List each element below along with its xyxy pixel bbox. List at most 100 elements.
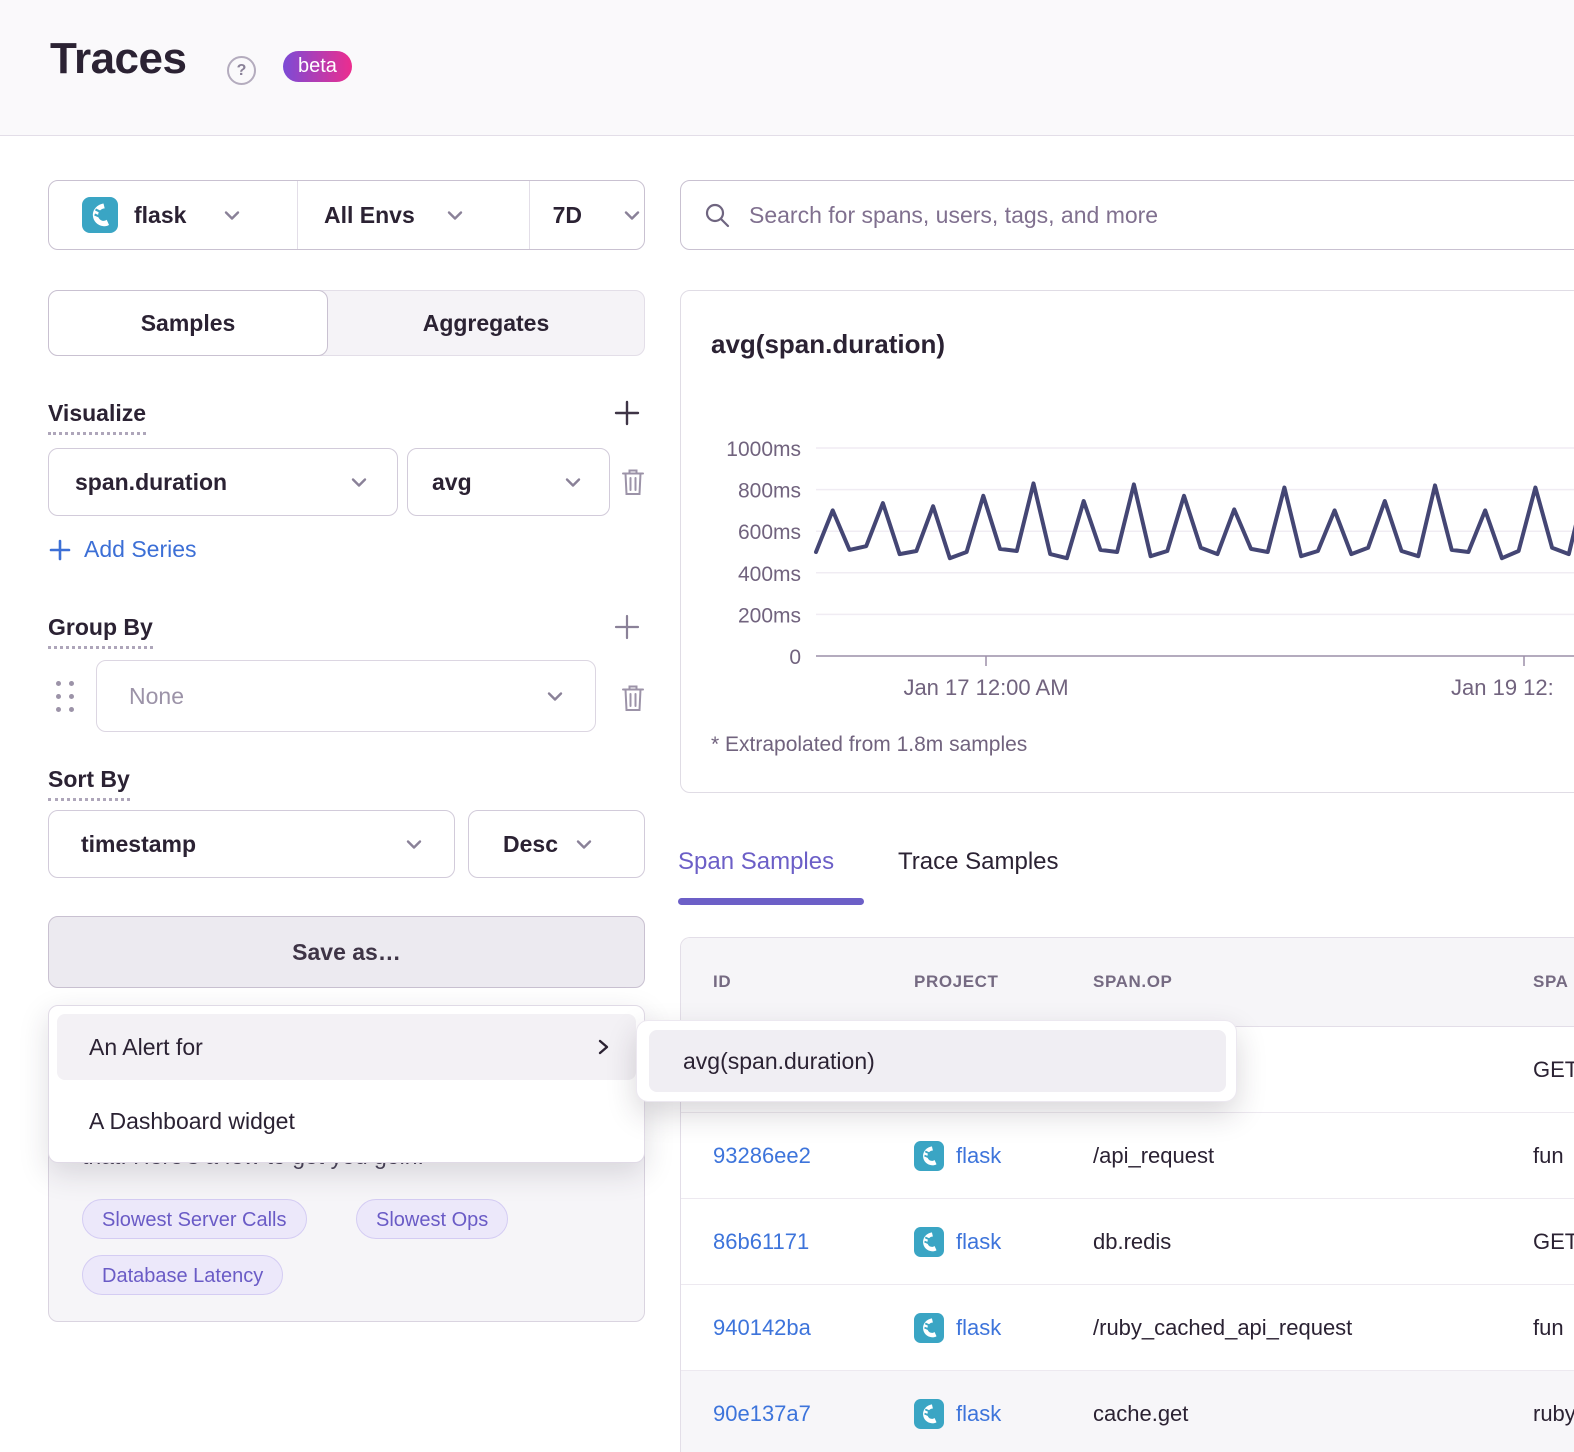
beta-badge: beta — [283, 51, 352, 82]
alert-submenu: avg(span.duration) — [636, 1020, 1237, 1102]
save-as-button[interactable]: Save as… — [48, 916, 645, 988]
menu-item-label: A Dashboard widget — [89, 1108, 295, 1135]
delete-group-by-icon[interactable] — [616, 678, 650, 718]
active-tab-indicator — [678, 898, 864, 905]
group-by-select[interactable]: None — [96, 660, 596, 732]
y-axis-tick-label: 800ms — [738, 480, 801, 503]
span-description-cell: GET — [1533, 1199, 1574, 1284]
column-header-span-op: SPAN.OP — [1093, 938, 1172, 1026]
span-id-link[interactable]: 90e137a7 — [713, 1371, 811, 1452]
y-axis-tick-label: 0 — [789, 646, 801, 669]
chevron-down-icon — [347, 470, 371, 494]
sort-direction-value: Desc — [503, 831, 558, 858]
chevron-down-icon — [561, 470, 585, 494]
sort-field-select[interactable]: timestamp — [48, 810, 455, 878]
span-samples-table: ID PROJECT SPAN.OP SPA GET 93286ee2 flask /… — [680, 937, 1574, 1452]
suggestion-pill-slowest-server-calls[interactable]: Slowest Server Calls — [82, 1199, 307, 1239]
chevron-down-icon — [543, 684, 567, 708]
span-description-cell: ruby — [1533, 1371, 1574, 1452]
project-selector[interactable]: flask — [49, 181, 297, 249]
project-cell[interactable]: flask — [914, 1285, 1001, 1370]
date-range-value: 7D — [553, 202, 582, 229]
suggestion-pill-slowest-ops[interactable]: Slowest Ops — [356, 1199, 508, 1239]
menu-item-label: An Alert for — [89, 1034, 203, 1061]
span-search-bar[interactable] — [680, 180, 1574, 250]
search-input[interactable] — [747, 184, 1574, 246]
environment-value: All Envs — [324, 202, 415, 229]
date-range-selector[interactable]: 7D — [530, 181, 644, 249]
span-description-cell: fun — [1533, 1113, 1564, 1198]
tab-samples[interactable]: Samples — [48, 290, 328, 356]
span-id-link[interactable]: 93286ee2 — [713, 1113, 811, 1198]
table-row: 940142ba flask/ruby_cached_api_request fun — [681, 1285, 1574, 1371]
flask-project-icon — [914, 1141, 944, 1171]
chevron-down-icon — [443, 203, 467, 227]
environment-selector[interactable]: All Envs — [297, 181, 530, 249]
duration-chart-card: avg(span.duration) 0200ms400ms600ms800ms… — [680, 290, 1574, 793]
save-as-menu: An Alert for A Dashboard widget — [48, 1005, 645, 1163]
traces-page: Traces ? beta flask All Envs 7D Samples … — [0, 0, 1574, 1452]
duration-series-line — [816, 483, 1574, 561]
project-cell[interactable]: flask — [914, 1199, 1001, 1284]
project-link[interactable]: flask — [956, 1229, 1001, 1255]
sort-direction-select[interactable]: Desc — [468, 810, 645, 878]
column-header-project: PROJECT — [914, 938, 999, 1026]
submenu-item-avg-span-duration[interactable]: avg(span.duration) — [649, 1030, 1226, 1092]
add-series-label: Add Series — [84, 536, 197, 563]
span-op-cell: /api_request — [1093, 1113, 1214, 1198]
project-cell[interactable]: flask — [914, 1113, 1001, 1198]
span-id-link[interactable]: 86b61171 — [713, 1199, 809, 1284]
tab-span-samples[interactable]: Span Samples — [678, 848, 834, 876]
page-header: Traces ? beta — [0, 0, 1574, 136]
span-id-link[interactable]: 940142ba — [713, 1285, 811, 1370]
tab-aggregates[interactable]: Aggregates — [328, 291, 644, 355]
visualize-heading: Visualize — [48, 400, 146, 435]
menu-item-dashboard-widget[interactable]: A Dashboard widget — [57, 1088, 636, 1154]
chevron-down-icon — [620, 203, 644, 227]
flask-project-icon — [914, 1227, 944, 1257]
project-cell[interactable]: flask — [914, 1371, 1001, 1452]
table-row: 86b61171 flask db.redis GET — [681, 1199, 1574, 1285]
span-description-cell: fun — [1533, 1285, 1564, 1370]
project-name: flask — [134, 202, 186, 229]
add-group-by-icon[interactable] — [612, 612, 642, 642]
project-link[interactable]: flask — [956, 1143, 1001, 1169]
table-header: ID PROJECT SPAN.OP SPA — [681, 938, 1574, 1027]
drag-handle[interactable] — [52, 678, 78, 714]
visualize-field-select[interactable]: span.duration — [48, 448, 398, 516]
sort-by-heading: Sort By — [48, 766, 130, 801]
project-link[interactable]: flask — [956, 1401, 1001, 1427]
visualize-aggregate-value: avg — [432, 469, 472, 496]
y-axis-tick-label: 1000ms — [726, 438, 801, 461]
visualize-aggregate-select[interactable]: avg — [407, 448, 610, 516]
y-axis-tick-label: 600ms — [738, 521, 801, 544]
search-icon — [703, 201, 731, 229]
add-visualize-icon[interactable] — [612, 398, 642, 428]
menu-item-an-alert-for[interactable]: An Alert for — [57, 1014, 636, 1080]
flask-project-icon — [914, 1313, 944, 1343]
duration-line-chart: 0200ms400ms600ms800ms1000ms Jan 17 12:00… — [681, 291, 1574, 792]
page-filter-bar: flask All Envs 7D — [48, 180, 645, 250]
project-link[interactable]: flask — [956, 1315, 1001, 1341]
span-op-cell: db.redis — [1093, 1199, 1171, 1284]
span-op-cell: cache.get — [1093, 1371, 1188, 1452]
flask-project-icon — [914, 1399, 944, 1429]
plus-icon — [48, 538, 72, 562]
span-op-cell: /ruby_cached_api_request — [1093, 1285, 1352, 1370]
suggestion-pill-database-latency[interactable]: Database Latency — [82, 1255, 283, 1295]
add-series-button[interactable]: Add Series — [48, 536, 197, 563]
delete-visualize-icon[interactable] — [616, 462, 650, 502]
chevron-down-icon — [220, 203, 244, 227]
help-icon[interactable]: ? — [227, 56, 256, 85]
group-by-heading: Group By — [48, 614, 153, 649]
tab-trace-samples[interactable]: Trace Samples — [898, 848, 1059, 876]
y-axis-tick-label: 400ms — [738, 563, 801, 586]
chart-footnote: * Extrapolated from 1.8m samples — [711, 733, 1027, 757]
table-row: 93286ee2 flask/api_request fun — [681, 1113, 1574, 1199]
chevron-down-icon — [402, 832, 426, 856]
x-axis-tick-label: Jan 17 12:00 AM — [903, 675, 1068, 700]
mode-toggle: Samples Aggregates — [48, 290, 645, 356]
chevron-down-icon — [572, 832, 596, 856]
column-header-id: ID — [713, 938, 731, 1026]
page-title: Traces — [50, 34, 186, 84]
